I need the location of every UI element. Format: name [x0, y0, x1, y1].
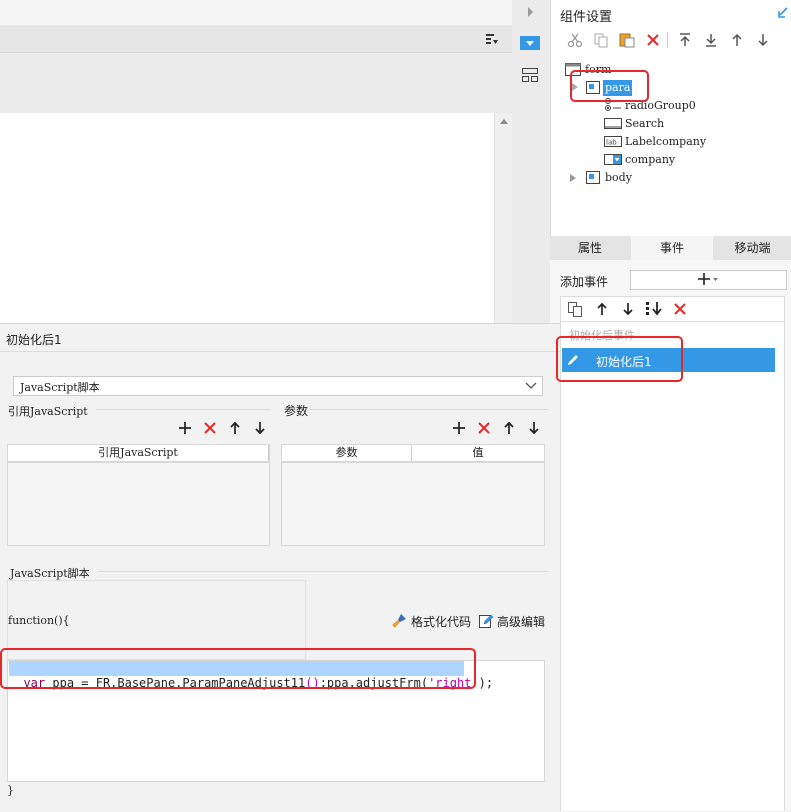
ref-js-divider	[96, 409, 270, 410]
tree-expand-arrow-icon[interactable]	[570, 81, 580, 93]
para-icon	[585, 80, 601, 94]
params-divider	[310, 409, 548, 410]
chevron-down-icon[interactable]	[522, 377, 540, 394]
format-code-button[interactable]: 格式化代码	[411, 613, 471, 630]
function-open: function(){	[8, 614, 70, 627]
ref-js-label: 引用JavaScript	[8, 405, 88, 418]
top-toolbar-strip	[0, 0, 512, 25]
canvas-header-bar	[0, 25, 512, 53]
param-column-header[interactable]: 参数	[282, 445, 412, 461]
event-item-row[interactable]	[562, 348, 775, 372]
expand-right-icon[interactable]	[522, 4, 538, 20]
move-top-icon[interactable]	[676, 31, 694, 49]
event-list	[560, 322, 785, 811]
code-string: 'right'	[428, 676, 479, 690]
value-column-header[interactable]: 值	[412, 445, 544, 461]
move-down-icon[interactable]	[754, 31, 772, 49]
ref-js-up-icon[interactable]	[226, 419, 244, 437]
tree-item-form[interactable]: form	[585, 63, 611, 76]
event-type-select[interactable]: JavaScript脚本	[13, 376, 543, 396]
label-icon: lab	[604, 135, 622, 147]
tab-mobile[interactable]: 移动端	[714, 236, 791, 260]
event-delete-icon[interactable]	[671, 300, 689, 318]
event-move-down-icon[interactable]	[619, 300, 637, 318]
code-keyword: var	[23, 676, 46, 690]
tree-item-search[interactable]: Search	[625, 117, 664, 130]
design-canvas[interactable]	[0, 113, 494, 323]
event-move-up-icon[interactable]	[593, 300, 611, 318]
ref-js-column-header[interactable]: 引用JavaScript	[8, 445, 269, 461]
code-text: ppa = FR.BasePane.ParamPaneAdjust11	[45, 676, 306, 690]
script-label: JavaScript脚本	[10, 567, 90, 580]
add-param-icon[interactable]	[450, 419, 468, 437]
button-icon	[604, 117, 622, 129]
tree-expand-arrow-icon[interactable]	[568, 172, 578, 184]
tree-item-company[interactable]: company	[625, 153, 675, 166]
event-item-label: 初始化后1	[596, 355, 652, 369]
form-icon	[565, 62, 581, 76]
canvas-gray-area	[0, 53, 512, 113]
function-close: }	[7, 784, 14, 797]
format-brush-icon[interactable]	[390, 612, 408, 630]
code-text: );	[478, 676, 494, 690]
add-event-plus-icon[interactable]	[695, 271, 723, 287]
params-label: 参数	[284, 404, 309, 418]
code-text: ;ppa.adjustFrm(	[319, 676, 429, 690]
add-ref-js-icon[interactable]	[176, 419, 194, 437]
ref-js-table-header: 引用JavaScript	[8, 445, 269, 463]
move-up-icon[interactable]	[728, 31, 746, 49]
param-up-icon[interactable]	[500, 419, 518, 437]
radio-group-icon	[603, 97, 623, 113]
event-type-select-value: JavaScript脚本	[20, 381, 100, 394]
tab-events[interactable]: 事件	[631, 236, 713, 260]
delete-icon[interactable]	[644, 31, 662, 49]
event-move-bottom-icon[interactable]	[644, 300, 664, 318]
collapse-arrow-icon[interactable]	[776, 6, 790, 20]
panel-title: 组件设置	[560, 10, 613, 25]
tree-item-body[interactable]: body	[605, 171, 632, 184]
advanced-edit-icon[interactable]	[477, 612, 495, 630]
delete-ref-js-icon[interactable]	[201, 419, 219, 437]
copy-icon[interactable]	[592, 31, 610, 49]
cut-icon[interactable]	[566, 31, 584, 49]
layout-panel-icon[interactable]	[520, 66, 540, 84]
add-event-label: 添加事件	[560, 275, 609, 289]
tree-item-labelcompany[interactable]: Labelcompany	[625, 135, 706, 148]
tree-item-para-label: para	[605, 81, 631, 94]
code-parens: ()	[305, 676, 320, 690]
advanced-edit-button[interactable]: 高级编辑	[497, 613, 545, 630]
paste-icon[interactable]	[618, 31, 636, 49]
copy-event-icon[interactable]	[566, 300, 584, 318]
svg-text:lab: lab	[606, 138, 617, 146]
script-divider	[98, 571, 548, 572]
body-icon	[585, 170, 601, 184]
dropdown-menu-icon[interactable]	[484, 31, 500, 47]
toolbar-divider	[667, 32, 668, 48]
edit-pencil-icon	[564, 351, 582, 369]
move-bottom-icon[interactable]	[702, 31, 720, 49]
delete-param-icon[interactable]	[475, 419, 493, 437]
combo-icon	[604, 153, 622, 165]
canvas-vertical-scrollbar[interactable]	[494, 113, 513, 323]
tree-item-radiogroup[interactable]: radioGroup0	[625, 99, 696, 112]
editor-title-divider	[0, 351, 560, 352]
tree-item-para[interactable]: para	[603, 80, 632, 96]
params-table-header: 参数 值	[282, 445, 544, 463]
widget-panel-icon[interactable]	[518, 33, 542, 53]
tab-properties[interactable]: 属性	[550, 236, 630, 260]
param-down-icon[interactable]	[525, 419, 543, 437]
ref-js-down-icon[interactable]	[251, 419, 269, 437]
code-line[interactable]: var ppa = FR.BasePane.ParamPaneAdjust11(…	[9, 661, 493, 691]
event-group-header: 初始化后事件	[569, 329, 635, 342]
editor-title: 初始化后1	[6, 333, 62, 347]
